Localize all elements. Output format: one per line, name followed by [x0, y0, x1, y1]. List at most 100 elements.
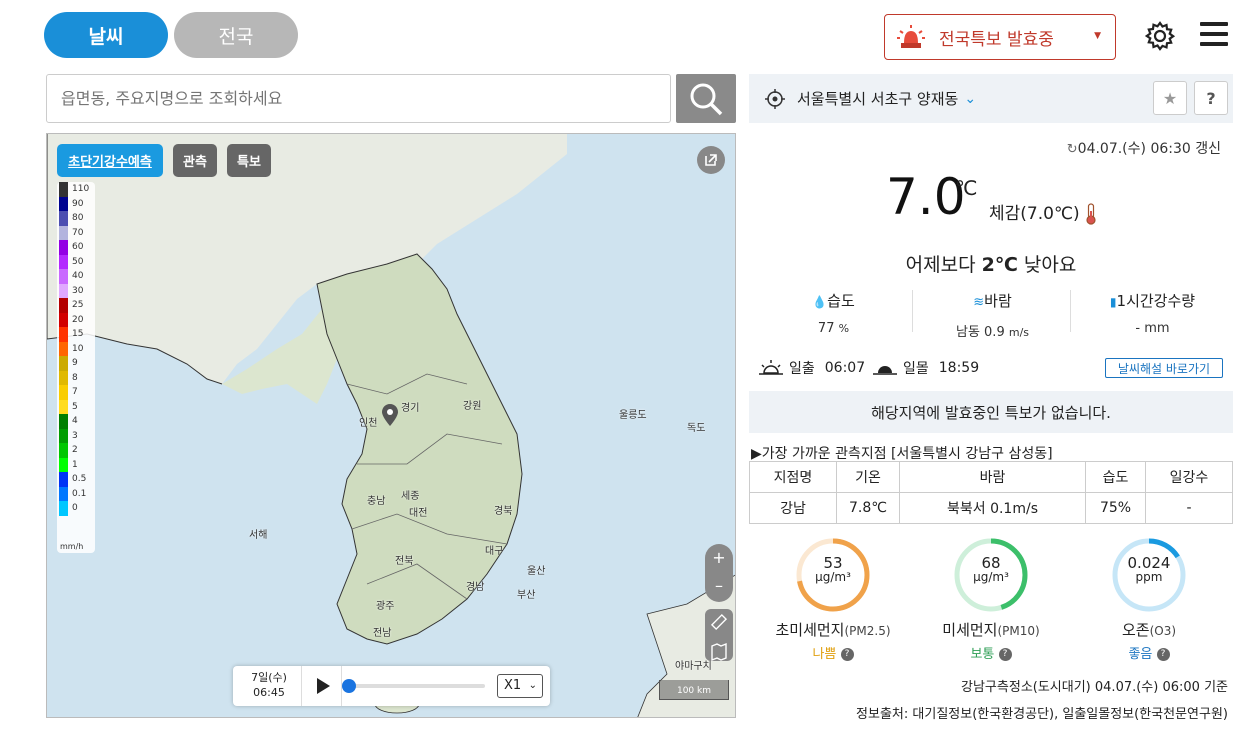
nearest-station-title: ▶가장 가까운 관측지점 [서울특별시 강남구 삼성동]	[751, 446, 1053, 462]
legend-swatch	[59, 240, 68, 255]
legend-value: 50	[72, 256, 84, 267]
menu-icon[interactable]	[1200, 22, 1228, 48]
legend-value: 0.1	[72, 488, 87, 499]
speed-select[interactable]: X1 ⌄	[497, 674, 543, 698]
legend-value: 3	[72, 430, 78, 441]
location-name[interactable]: 서울특별시 서초구 양재동	[797, 88, 958, 109]
air-status: 보통 ?	[911, 643, 1071, 662]
warning-button[interactable]: 특보	[227, 144, 271, 177]
legend-value: 7	[72, 387, 78, 398]
help-button[interactable]: ?	[1194, 81, 1228, 115]
map-label: 대구	[485, 546, 504, 557]
caret-down-icon: ▼	[1094, 31, 1101, 41]
map-label: 서해	[249, 530, 268, 541]
legend-swatch	[59, 356, 68, 371]
legend-row: 70	[57, 225, 95, 240]
table-cell: 75%	[1085, 492, 1146, 524]
legend-value: 8	[72, 372, 78, 383]
external-link-button[interactable]	[697, 146, 725, 174]
legend-value: 0	[72, 503, 78, 514]
map-label: 울릉도	[619, 410, 647, 421]
crosshair-icon[interactable]	[765, 88, 785, 109]
refresh-icon[interactable]: ↻	[1067, 142, 1078, 157]
legend-row: 2	[57, 443, 95, 458]
legend-row: 1	[57, 457, 95, 472]
sunrise-icon	[759, 360, 783, 375]
rain-stat: ▮1시간강수량 - mm	[1109, 292, 1196, 336]
help-icon[interactable]: ?	[840, 648, 854, 661]
tab-national[interactable]: 전국	[174, 12, 298, 58]
legend-value: 5	[72, 401, 78, 412]
legend-swatch	[59, 428, 68, 443]
zoom-out-button[interactable]: –	[705, 572, 733, 600]
table-header: 일강수	[1145, 461, 1233, 493]
tab-weather[interactable]: 날씨	[44, 12, 168, 58]
help-icon: ?	[1206, 88, 1216, 108]
timeline-slider[interactable]	[342, 679, 485, 693]
map-label: 부산	[517, 590, 536, 601]
table-cell: 강남	[749, 492, 837, 524]
timeline-time: 06:45	[253, 686, 285, 699]
legend-swatch	[59, 269, 68, 284]
ruler-icon[interactable]	[705, 609, 733, 635]
legend-row: 40	[57, 269, 95, 284]
gear-icon[interactable]	[1144, 20, 1176, 52]
legend-value: 70	[72, 227, 84, 238]
zoom-in-button[interactable]: +	[705, 544, 733, 572]
legend-value: 110	[72, 184, 90, 195]
legend-row: 3	[57, 428, 95, 443]
legend-swatch	[59, 312, 68, 327]
alert-dropdown[interactable]: 전국특보 발효중 ▼	[884, 14, 1116, 60]
sunrise: 일출 06:07	[759, 358, 865, 378]
humidity-stat: 💧습도 77 %	[812, 292, 855, 336]
legend-swatch	[59, 501, 68, 516]
thermometer-icon	[1086, 203, 1096, 225]
legend-value: 25	[72, 300, 84, 311]
legend-value: 20	[72, 314, 84, 325]
legend-row: 50	[57, 254, 95, 269]
legend-value: 2	[72, 445, 78, 456]
sunset: 일몰 18:59	[873, 358, 979, 378]
map-label: 대전	[409, 508, 428, 519]
map-label: 인천	[359, 418, 378, 429]
table-header: 바람	[899, 461, 1086, 493]
air-value: 53 μg/m³	[815, 554, 851, 584]
legend-value: 10	[72, 343, 84, 354]
weather-map[interactable]: 초단기강수예측 관측 특보 110 90 80 70 60 50 40 30 25 20 15 10 9…	[46, 133, 736, 718]
map-label: 경남	[466, 582, 485, 593]
help-icon[interactable]: ?	[998, 648, 1012, 661]
star-icon: ★	[1162, 88, 1178, 108]
favorite-button[interactable]: ★	[1153, 81, 1187, 115]
zoom-control: + –	[705, 544, 733, 602]
play-icon[interactable]	[315, 677, 331, 695]
legend-row: 0.1	[57, 486, 95, 501]
search-button[interactable]	[676, 74, 736, 123]
help-icon[interactable]: ?	[1156, 648, 1170, 661]
map-label: 울산	[527, 566, 546, 577]
weather-explain-link[interactable]: 날씨해설 바로가기	[1105, 358, 1223, 378]
scale-bar: 100 km	[659, 680, 729, 700]
chevron-down-icon[interactable]: ⌄	[964, 91, 976, 107]
sunset-icon	[873, 366, 897, 375]
legend-row: 20	[57, 312, 95, 327]
legend-value: 9	[72, 358, 78, 369]
observation-button[interactable]: 관측	[173, 144, 217, 177]
table-header: 습도	[1085, 461, 1146, 493]
legend-swatch	[59, 283, 68, 298]
compare-yesterday: 어제보다 2℃ 낮아요	[905, 254, 1077, 276]
map-layer-icon[interactable]	[705, 639, 733, 665]
no-alert-message: 해당지역에 발효중인 특보가 없습니다.	[749, 391, 1233, 433]
precip-forecast-button[interactable]: 초단기강수예측	[57, 144, 163, 177]
legend-swatch	[59, 211, 68, 226]
precip-legend: 110 90 80 70 60 50 40 30 25 20 15 10 9 8 7 5 4 3 2 1 0.5 0.1 0…	[57, 182, 95, 553]
air-value: 0.024 ppm	[1127, 554, 1171, 584]
station-info: 강남구측정소(도시대기) 04.07.(수) 06:00 기준	[961, 680, 1228, 695]
legend-swatch	[59, 225, 68, 240]
legend-row: 4	[57, 414, 95, 429]
map-tools	[705, 609, 733, 662]
legend-value: 60	[72, 242, 84, 253]
air-status: 좋음 ?	[1069, 643, 1229, 662]
legend-swatch	[59, 486, 68, 501]
search-input[interactable]	[46, 74, 671, 123]
legend-swatch	[59, 443, 68, 458]
